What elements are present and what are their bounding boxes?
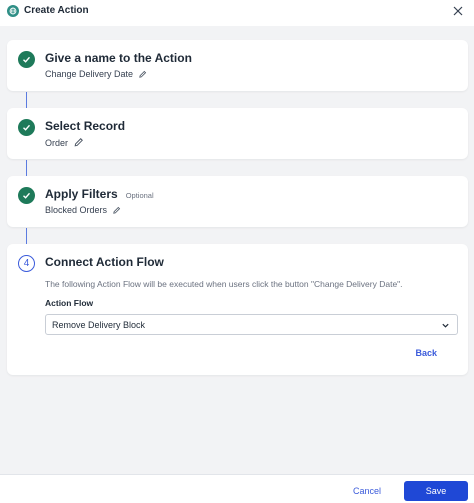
step-value-edit[interactable]: Blocked Orders xyxy=(45,205,121,215)
chevron-down-icon xyxy=(442,323,449,328)
step-description: The following Action Flow will be execut… xyxy=(45,279,403,289)
step-title: Give a name to the Action xyxy=(45,51,192,65)
action-flow-label: Action Flow xyxy=(45,298,94,308)
step-title: Apply Filters Optional xyxy=(45,187,154,201)
step-title: Connect Action Flow xyxy=(45,255,164,269)
optional-badge: Optional xyxy=(125,191,154,200)
check-icon xyxy=(18,51,35,68)
globe-icon xyxy=(7,5,19,17)
step-card-record: Select Record Order xyxy=(7,108,468,159)
close-icon xyxy=(453,6,463,16)
select-value: Remove Delivery Block xyxy=(52,319,146,330)
step-connector xyxy=(26,160,27,176)
close-button[interactable] xyxy=(450,3,466,19)
pencil-icon xyxy=(74,138,83,147)
step-connector xyxy=(26,228,27,244)
step-value: Order xyxy=(45,137,69,148)
step-value-edit[interactable]: Change Delivery Date xyxy=(45,69,147,79)
check-icon xyxy=(18,187,35,204)
dialog-footer: Cancel Save xyxy=(0,474,474,503)
step-value-edit[interactable]: Order xyxy=(45,137,84,148)
step-card-filters: Apply Filters Optional Blocked Orders xyxy=(7,176,468,227)
step-title: Select Record xyxy=(45,119,126,133)
action-flow-select[interactable]: Remove Delivery Block xyxy=(45,314,458,335)
check-icon xyxy=(18,119,35,136)
step-value: Change Delivery Date xyxy=(45,69,134,79)
dialog-title: Create Action xyxy=(24,5,89,16)
pencil-icon xyxy=(113,206,121,214)
step-connector xyxy=(26,92,27,108)
pencil-icon xyxy=(139,70,147,78)
step-number: 4 xyxy=(18,255,35,272)
dialog-header: Create Action xyxy=(0,0,474,26)
step-title-text: Apply Filters xyxy=(45,187,118,201)
step-value: Blocked Orders xyxy=(45,205,108,215)
back-button[interactable]: Back xyxy=(415,348,437,358)
step-card-action-flow: 4 Connect Action Flow The following Acti… xyxy=(7,244,468,375)
step-card-name: Give a name to the Action Change Deliver… xyxy=(7,40,468,91)
save-button[interactable]: Save xyxy=(404,481,468,501)
cancel-button[interactable]: Cancel xyxy=(344,482,390,500)
